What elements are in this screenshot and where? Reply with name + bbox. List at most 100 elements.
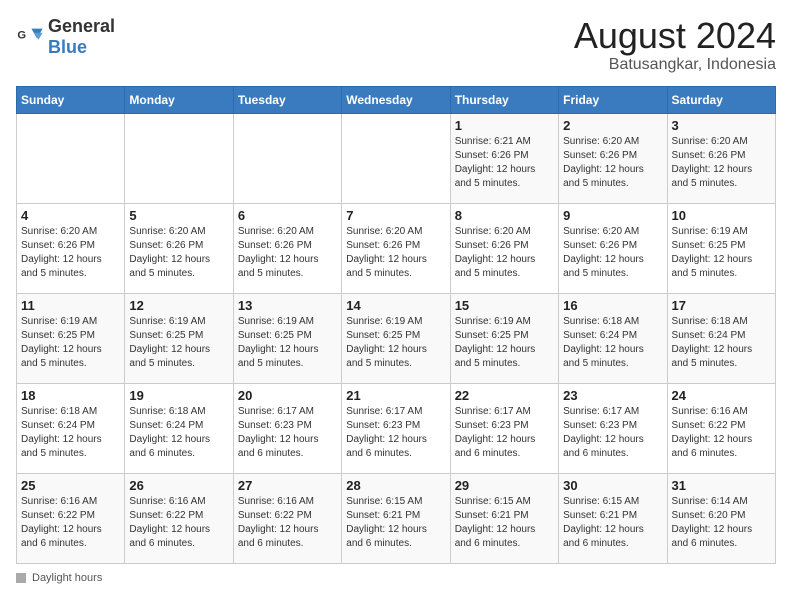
calendar-cell: 2Sunrise: 6:20 AM Sunset: 6:26 PM Daylig… — [559, 113, 667, 203]
day-info: Sunrise: 6:18 AM Sunset: 6:24 PM Dayligh… — [563, 315, 662, 371]
calendar-cell: 20 Sunrise: 6:17 AM Sunset: 6:23 PM Dayli… — [233, 383, 341, 473]
calendar-day-header: Wednesday — [342, 86, 450, 113]
day-number: 24 — [672, 388, 771, 403]
calendar-cell: 27 Sunrise: 6:16 AM Sunset: 6:22 PM Dayli… — [233, 473, 341, 563]
day-number: 11 — [21, 298, 120, 313]
day-info: Sunrise: 6:16 AM Sunset: 6:22 PM Dayligh… — [21, 495, 120, 551]
calendar-cell: 5Sunrise: 6:20 AM Sunset: 6:26 PM Daylig… — [125, 203, 233, 293]
day-info: Sunrise: 6:17 AM Sunset: 6:23 PM Dayligh… — [455, 405, 554, 461]
day-number: 15 — [455, 298, 554, 313]
day-info: Sunrise: 6:20 AM Sunset: 6:26 PM Dayligh… — [21, 225, 120, 281]
day-number: 26 — [129, 478, 228, 493]
day-number: 21 — [346, 388, 445, 403]
day-info: Sunrise: 6:16 AM Sunset: 6:22 PM Dayligh… — [129, 495, 228, 551]
calendar-day-header: Saturday — [667, 86, 775, 113]
day-number: 20 — [238, 388, 337, 403]
day-info: Sunrise: 6:17 AM Sunset: 6:23 PM Dayligh… — [346, 405, 445, 461]
day-info: Sunrise: 6:20 AM Sunset: 6:26 PM Dayligh… — [672, 135, 771, 191]
day-number: 3 — [672, 118, 771, 133]
calendar-cell: 26 Sunrise: 6:16 AM Sunset: 6:22 PM Dayli… — [125, 473, 233, 563]
calendar-cell: 8Sunrise: 6:20 AM Sunset: 6:26 PM Daylig… — [450, 203, 558, 293]
calendar-cell: 23 Sunrise: 6:17 AM Sunset: 6:23 PM Dayli… — [559, 383, 667, 473]
day-info: Sunrise: 6:20 AM Sunset: 6:26 PM Dayligh… — [346, 225, 445, 281]
calendar-week-row: 11 Sunrise: 6:19 AM Sunset: 6:25 PM Dayli… — [17, 293, 776, 383]
day-info: Sunrise: 6:20 AM Sunset: 6:26 PM Dayligh… — [563, 225, 662, 281]
calendar-cell: 28 Sunrise: 6:15 AM Sunset: 6:21 PM Dayli… — [342, 473, 450, 563]
footer: Daylight hours — [16, 572, 776, 584]
calendar-day-header: Sunday — [17, 86, 125, 113]
calendar-cell: 22 Sunrise: 6:17 AM Sunset: 6:23 PM Dayli… — [450, 383, 558, 473]
day-info: Sunrise: 6:15 AM Sunset: 6:21 PM Dayligh… — [346, 495, 445, 551]
calendar-cell: 13 Sunrise: 6:19 AM Sunset: 6:25 PM Dayli… — [233, 293, 341, 383]
calendar-cell: 18Sunrise: 6:18 AM Sunset: 6:24 PM Dayli… — [17, 383, 125, 473]
logo-icon: G — [16, 23, 44, 51]
day-info: Sunrise: 6:20 AM Sunset: 6:26 PM Dayligh… — [238, 225, 337, 281]
day-info: Sunrise: 6:19 AM Sunset: 6:25 PM Dayligh… — [21, 315, 120, 371]
day-number: 22 — [455, 388, 554, 403]
footer-label: Daylight hours — [32, 572, 102, 584]
footer-icon — [16, 573, 26, 583]
day-number: 17 — [672, 298, 771, 313]
day-info: Sunrise: 6:15 AM Sunset: 6:21 PM Dayligh… — [563, 495, 662, 551]
day-info: Sunrise: 6:17 AM Sunset: 6:23 PM Dayligh… — [563, 405, 662, 461]
day-info: Sunrise: 6:18 AM Sunset: 6:24 PM Dayligh… — [21, 405, 120, 461]
calendar-day-header: Tuesday — [233, 86, 341, 113]
calendar-table: SundayMondayTuesdayWednesdayThursdayFrid… — [16, 86, 776, 564]
day-info: Sunrise: 6:19 AM Sunset: 6:25 PM Dayligh… — [238, 315, 337, 371]
logo-general: General — [48, 16, 115, 36]
day-number: 6 — [238, 208, 337, 223]
logo-blue: Blue — [48, 37, 87, 57]
calendar-cell: 31Sunrise: 6:14 AM Sunset: 6:20 PM Dayli… — [667, 473, 775, 563]
day-number: 31 — [672, 478, 771, 493]
day-info: Sunrise: 6:17 AM Sunset: 6:23 PM Dayligh… — [238, 405, 337, 461]
day-info: Sunrise: 6:19 AM Sunset: 6:25 PM Dayligh… — [672, 225, 771, 281]
day-number: 12 — [129, 298, 228, 313]
day-info: Sunrise: 6:16 AM Sunset: 6:22 PM Dayligh… — [672, 405, 771, 461]
day-number: 23 — [563, 388, 662, 403]
day-info: Sunrise: 6:15 AM Sunset: 6:21 PM Dayligh… — [455, 495, 554, 551]
calendar-week-row: 1Sunrise: 6:21 AM Sunset: 6:26 PM Daylig… — [17, 113, 776, 203]
calendar-cell: 21 Sunrise: 6:17 AM Sunset: 6:23 PM Dayli… — [342, 383, 450, 473]
calendar-cell: 4 Sunrise: 6:20 AM Sunset: 6:26 PM Daylig… — [17, 203, 125, 293]
calendar-cell — [125, 113, 233, 203]
calendar-cell: 6 Sunrise: 6:20 AM Sunset: 6:26 PM Daylig… — [233, 203, 341, 293]
logo-wordmark: General Blue — [48, 16, 115, 58]
calendar-week-row: 4 Sunrise: 6:20 AM Sunset: 6:26 PM Daylig… — [17, 203, 776, 293]
day-number: 13 — [238, 298, 337, 313]
title-block: August 2024 Batusangkar, Indonesia — [574, 16, 776, 74]
calendar-cell: 24 Sunrise: 6:16 AM Sunset: 6:22 PM Dayli… — [667, 383, 775, 473]
calendar-day-header: Thursday — [450, 86, 558, 113]
month-year-title: August 2024 — [574, 16, 776, 56]
day-number: 27 — [238, 478, 337, 493]
day-info: Sunrise: 6:20 AM Sunset: 6:26 PM Dayligh… — [455, 225, 554, 281]
calendar-cell — [233, 113, 341, 203]
day-number: 30 — [563, 478, 662, 493]
calendar-cell: 30 Sunrise: 6:15 AM Sunset: 6:21 PM Dayli… — [559, 473, 667, 563]
day-number: 10 — [672, 208, 771, 223]
calendar-header-row: SundayMondayTuesdayWednesdayThursdayFrid… — [17, 86, 776, 113]
day-number: 9 — [563, 208, 662, 223]
calendar-cell: 15 Sunrise: 6:19 AM Sunset: 6:25 PM Dayli… — [450, 293, 558, 383]
calendar-cell: 3 Sunrise: 6:20 AM Sunset: 6:26 PM Daylig… — [667, 113, 775, 203]
day-info: Sunrise: 6:16 AM Sunset: 6:22 PM Dayligh… — [238, 495, 337, 551]
day-info: Sunrise: 6:19 AM Sunset: 6:25 PM Dayligh… — [455, 315, 554, 371]
day-number: 1 — [455, 118, 554, 133]
location-subtitle: Batusangkar, Indonesia — [574, 56, 776, 74]
calendar-cell: 16Sunrise: 6:18 AM Sunset: 6:24 PM Dayli… — [559, 293, 667, 383]
calendar-cell: 9 Sunrise: 6:20 AM Sunset: 6:26 PM Daylig… — [559, 203, 667, 293]
day-number: 29 — [455, 478, 554, 493]
calendar-week-row: 25 Sunrise: 6:16 AM Sunset: 6:22 PM Dayli… — [17, 473, 776, 563]
svg-text:G: G — [17, 29, 26, 41]
day-number: 4 — [21, 208, 120, 223]
day-number: 25 — [21, 478, 120, 493]
calendar-cell: 19Sunrise: 6:18 AM Sunset: 6:24 PM Dayli… — [125, 383, 233, 473]
day-number: 14 — [346, 298, 445, 313]
day-info: Sunrise: 6:19 AM Sunset: 6:25 PM Dayligh… — [346, 315, 445, 371]
calendar-cell: 10 Sunrise: 6:19 AM Sunset: 6:25 PM Dayli… — [667, 203, 775, 293]
day-number: 2 — [563, 118, 662, 133]
calendar-day-header: Friday — [559, 86, 667, 113]
day-number: 19 — [129, 388, 228, 403]
page-header: G General Blue August 2024 Batusangkar, … — [16, 16, 776, 74]
day-number: 28 — [346, 478, 445, 493]
calendar-cell: 25 Sunrise: 6:16 AM Sunset: 6:22 PM Dayli… — [17, 473, 125, 563]
